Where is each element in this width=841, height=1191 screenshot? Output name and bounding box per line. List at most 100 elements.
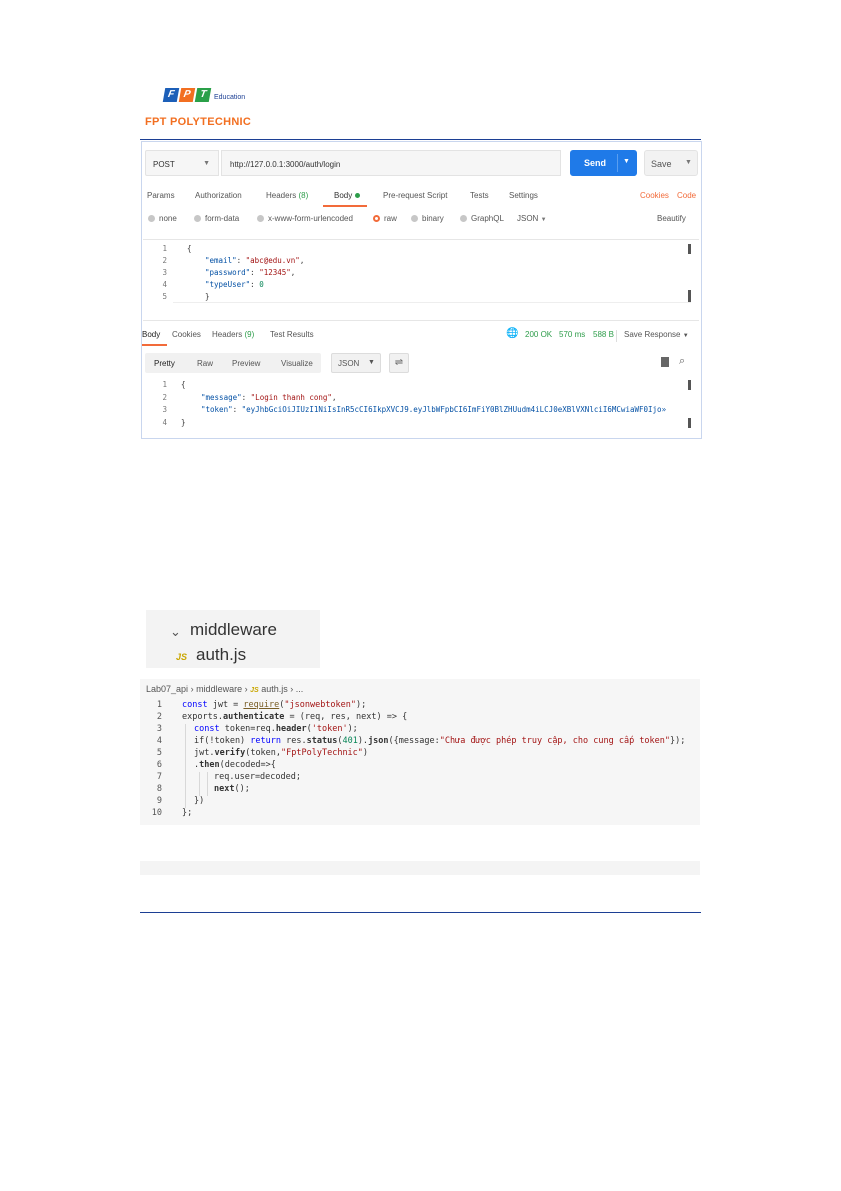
line-number: 1 xyxy=(162,380,167,389)
request-url-bar: POST ▼ http://127.0.0.1:3000/auth/login … xyxy=(145,150,698,176)
code-text: ({message: xyxy=(388,736,440,746)
message-key: "message" xyxy=(201,393,242,402)
number-literal: 401 xyxy=(342,736,358,746)
chevron-down-icon: ▼ xyxy=(682,333,689,339)
view-pretty[interactable]: Pretty xyxy=(154,359,175,368)
logo-name: FPT POLYTECHNIC xyxy=(145,116,252,128)
tab-body[interactable]: Body xyxy=(334,191,361,200)
resp-close-brace: } xyxy=(181,418,186,427)
header-rule xyxy=(140,139,701,140)
string-literal: 'token' xyxy=(311,724,348,734)
response-scrollbar[interactable] xyxy=(688,380,691,390)
function-name: header xyxy=(275,724,307,734)
copy-icon[interactable] xyxy=(661,357,669,367)
url-input[interactable]: http://127.0.0.1:3000/auth/login xyxy=(221,150,561,176)
code-text: jwt = xyxy=(207,700,244,710)
headers-count: (8) xyxy=(298,191,309,200)
breadcrumb-file[interactable]: auth.js xyxy=(261,684,288,694)
chevron-down-icon[interactable]: ⌄ xyxy=(170,624,181,640)
password-value: "12345" xyxy=(259,268,291,277)
request-body-editor[interactable]: 1 2 3 4 5 { "email": "abc@edu.vn", "pass… xyxy=(143,239,699,321)
tab-headers[interactable]: Headers (8) xyxy=(266,191,308,200)
code-line-3: const token=req.header('token'); xyxy=(194,724,358,734)
code-text: ); xyxy=(356,700,367,710)
breadcrumb-root[interactable]: Lab07_api xyxy=(146,684,188,694)
tab-prerequest-script[interactable]: Pre-request Script xyxy=(383,191,447,200)
radio-binary[interactable]: binary xyxy=(411,214,444,223)
search-icon[interactable]: ⌕ xyxy=(679,355,685,368)
code-text: exports. xyxy=(182,712,223,722)
response-tab-headers[interactable]: Headers (9) xyxy=(212,330,254,339)
radio-none-label: none xyxy=(159,214,177,223)
save-response-button[interactable]: Save Response ▼ xyxy=(624,330,689,339)
string-literal: "jsonwebtoken" xyxy=(284,700,357,710)
radio-urlencoded[interactable]: x-www-form-urlencoded xyxy=(257,214,353,223)
code-line-2: exports.authenticate = (req, res, next) … xyxy=(182,712,407,722)
view-raw[interactable]: Raw xyxy=(197,359,213,368)
postman-window: POST ▼ http://127.0.0.1:3000/auth/login … xyxy=(141,141,702,439)
line-number: 7 xyxy=(156,772,162,782)
message-value: "Login thanh cong" xyxy=(250,393,332,402)
chevron-down-icon[interactable]: ▼ xyxy=(685,159,692,166)
line-number: 9 xyxy=(156,796,162,806)
cookies-link[interactable]: Cookies xyxy=(640,191,669,200)
tab-tests[interactable]: Tests xyxy=(470,191,489,200)
chevron-down-icon[interactable]: ▼ xyxy=(623,158,630,165)
radio-icon xyxy=(148,215,155,222)
tab-settings[interactable]: Settings xyxy=(509,191,538,200)
radio-graphql[interactable]: GraphQL xyxy=(460,214,504,223)
radio-form-data[interactable]: form-data xyxy=(194,214,239,223)
editor-scrollbar[interactable] xyxy=(688,244,691,254)
breadcrumb-more[interactable]: ... xyxy=(296,684,304,694)
view-mode-group: Pretty Raw Preview Visualize xyxy=(145,353,321,373)
logo-tile-f: F xyxy=(162,88,180,102)
radio-icon xyxy=(194,215,201,222)
save-button[interactable]: Save ▼ xyxy=(644,150,698,176)
line-number: 3 xyxy=(162,268,167,277)
radio-raw[interactable]: raw xyxy=(373,214,397,223)
response-tab-test-results[interactable]: Test Results xyxy=(270,330,314,339)
send-label: Send xyxy=(584,158,607,168)
json-format-select[interactable]: JSON ▼ xyxy=(517,214,547,223)
wrap-lines-icon[interactable]: ⇌ xyxy=(389,353,409,373)
radio-form-data-label: form-data xyxy=(205,214,240,223)
method-select[interactable]: POST ▼ xyxy=(145,150,219,176)
code-line-9: }) xyxy=(194,796,205,806)
response-active-underline xyxy=(142,344,167,346)
code-text: ). xyxy=(357,736,369,746)
code-text: if(!token) xyxy=(194,736,251,746)
radio-urlencoded-label: x-www-form-urlencoded xyxy=(268,214,353,223)
line-number: 1 xyxy=(162,244,167,253)
code-line-1: const jwt = require("jsonwebtoken"); xyxy=(182,700,367,710)
radio-icon xyxy=(411,215,418,222)
active-tab-underline xyxy=(323,205,367,207)
line-number: 4 xyxy=(162,280,167,289)
folder-middleware[interactable]: middleware xyxy=(190,620,277,640)
code-link[interactable]: Code xyxy=(677,191,696,200)
tab-params[interactable]: Params xyxy=(147,191,175,200)
code-line-password: "password": "12345", xyxy=(205,268,296,277)
file-auth-js[interactable]: auth.js xyxy=(196,645,246,665)
line-number: 3 xyxy=(162,405,167,414)
beautify-link[interactable]: Beautify xyxy=(657,214,686,223)
logo-tile-t: T xyxy=(194,88,212,102)
code-close-brace: } xyxy=(205,292,210,301)
url-value: http://127.0.0.1:3000/auth/login xyxy=(230,160,341,169)
radio-binary-label: binary xyxy=(422,214,444,223)
response-tab-body[interactable]: Body xyxy=(142,330,160,339)
breadcrumb-folder[interactable]: middleware xyxy=(196,684,242,694)
tab-authorization[interactable]: Authorization xyxy=(195,191,242,200)
view-visualize[interactable]: Visualize xyxy=(281,359,313,368)
response-scrollbar-end[interactable] xyxy=(688,418,691,428)
view-preview[interactable]: Preview xyxy=(232,359,260,368)
response-tab-cookies[interactable]: Cookies xyxy=(172,330,201,339)
editor-resize-handle[interactable] xyxy=(688,290,691,302)
function-name: next xyxy=(214,784,235,794)
response-format-select[interactable]: JSON ▼ xyxy=(331,353,381,373)
send-button[interactable]: Send ▼ xyxy=(570,150,637,176)
code-text: (decoded=>{ xyxy=(219,760,276,770)
radio-none[interactable]: none xyxy=(148,214,177,223)
function-name: status xyxy=(306,736,338,746)
radio-icon xyxy=(460,215,467,222)
email-value: "abc@edu.vn" xyxy=(245,256,300,265)
